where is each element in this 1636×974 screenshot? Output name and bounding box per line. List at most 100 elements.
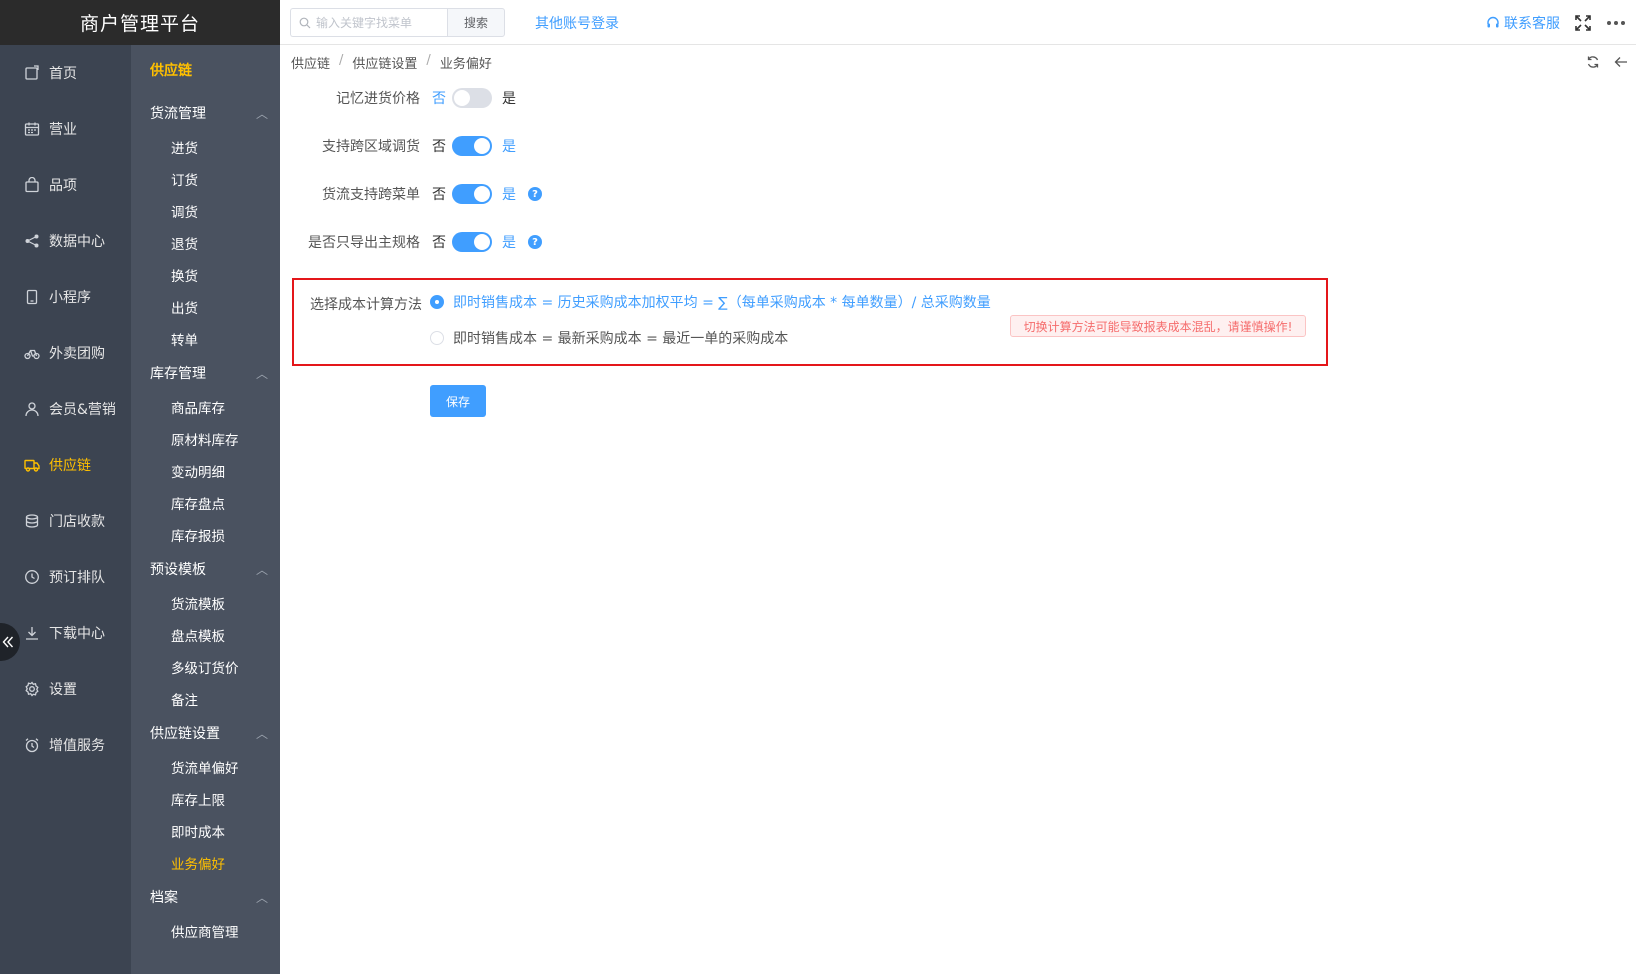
nav-item-data-center[interactable]: 数据中心: [0, 213, 131, 269]
nav-item-download-center[interactable]: 下载中心: [0, 605, 131, 661]
sub-group-label: 档案: [150, 890, 178, 906]
sub-group-label: 供应链设置: [150, 726, 220, 742]
save-button[interactable]: 保存: [430, 385, 486, 417]
sub-item[interactable]: 订货: [131, 163, 280, 195]
sub-item[interactable]: 盘点模板: [131, 619, 280, 651]
toggle-no-label: 否: [432, 91, 446, 107]
sub-item[interactable]: 退货: [131, 227, 280, 259]
nav-item-reservation[interactable]: 预订排队: [0, 549, 131, 605]
cost-method-section: 选择成本计算方法 即时销售成本 = 历史采购成本加权平均 = ∑（每单采购成本 …: [292, 278, 1328, 366]
search-button[interactable]: 搜索: [447, 8, 505, 37]
remember-price-toggle[interactable]: [452, 88, 492, 108]
sub-item[interactable]: 变动明细: [131, 455, 280, 487]
search-field[interactable]: [290, 8, 447, 37]
sub-group-label: 货流管理: [150, 106, 206, 122]
nav-item-label: 下载中心: [49, 626, 105, 642]
nav-item-home[interactable]: 首页: [0, 45, 131, 101]
nav-item-label: 数据中心: [49, 234, 105, 250]
contact-support-link[interactable]: 联系客服: [1486, 13, 1560, 33]
toggle-yes-label: 是: [502, 91, 516, 107]
sub-item[interactable]: 转单: [131, 323, 280, 355]
sub-item[interactable]: 多级订货价: [131, 651, 280, 683]
nav-item-label: 门店收款: [49, 514, 105, 530]
export-main-spec-toggle[interactable]: [452, 232, 492, 252]
sub-item[interactable]: 商品库存: [131, 391, 280, 423]
breadcrumb-item[interactable]: 供应链: [291, 53, 330, 72]
sub-item[interactable]: 出货: [131, 291, 280, 323]
sub-item[interactable]: 库存报损: [131, 519, 280, 551]
sub-item[interactable]: 调货: [131, 195, 280, 227]
nav-item-label: 外卖团购: [49, 346, 105, 362]
nav-item-label: 增值服务: [49, 738, 105, 754]
nav-item-label: 供应链: [49, 458, 91, 474]
truck-icon: [24, 457, 42, 473]
chevron-up-icon: ︿: [255, 366, 268, 381]
sub-item[interactable]: 原材料库存: [131, 423, 280, 455]
nav-item-products[interactable]: 品项: [0, 157, 131, 213]
sub-item[interactable]: 库存盘点: [131, 487, 280, 519]
download-icon: [24, 625, 42, 641]
content-actions: [1586, 55, 1628, 69]
nav-item-value-added[interactable]: 增值服务: [0, 717, 131, 773]
sub-item[interactable]: 备注: [131, 683, 280, 715]
more-icon[interactable]: [1606, 20, 1626, 26]
toggle-yes-label: 是: [502, 139, 516, 155]
nav-item-store-payment[interactable]: 门店收款: [0, 493, 131, 549]
app-root: 商户管理平台 搜索 其他账号登录 联系客服: [0, 0, 1636, 974]
nav-item-label: 设置: [49, 682, 77, 698]
back-arrow-icon[interactable]: [1614, 55, 1628, 69]
chevron-up-icon: ︿: [255, 562, 268, 577]
fullscreen-icon[interactable]: [1574, 14, 1592, 32]
nav-item-label: 小程序: [49, 290, 91, 306]
sub-item[interactable]: 货流单偏好: [131, 751, 280, 783]
question-icon[interactable]: ?: [528, 235, 542, 249]
nav-item-members[interactable]: 会员&营销: [0, 381, 131, 437]
sub-group-goods-flow[interactable]: 货流管理 ︿: [131, 95, 280, 131]
sub-sidebar-title: 供应链: [150, 63, 192, 79]
sub-item[interactable]: 即时成本: [131, 815, 280, 847]
main-sidebar: 首页 营业 品项 数据中心 小程序 外卖团购 会员&营销 供应链 门店收款 预订…: [0, 45, 131, 974]
contact-support-label: 联系客服: [1504, 15, 1560, 32]
refresh-icon[interactable]: [1586, 55, 1600, 69]
question-icon[interactable]: ?: [528, 187, 542, 201]
app-title: 商户管理平台: [0, 0, 280, 45]
nav-item-mini-program[interactable]: 小程序: [0, 269, 131, 325]
sub-group-archive[interactable]: 档案 ︿: [131, 879, 280, 915]
nav-item-supply-chain[interactable]: 供应链: [0, 437, 131, 493]
breadcrumb: 供应链 / 供应链设置 / 业务偏好: [291, 53, 492, 72]
setting-label: 记忆进货价格: [336, 91, 420, 107]
radio-unchecked[interactable]: [430, 331, 444, 345]
sub-item[interactable]: 库存上限: [131, 783, 280, 815]
coins-icon: [24, 513, 42, 529]
other-account-login-link[interactable]: 其他账号登录: [535, 13, 619, 33]
breadcrumb-separator: /: [339, 53, 344, 68]
sub-item[interactable]: 进货: [131, 131, 280, 163]
sub-item[interactable]: 货流模板: [131, 587, 280, 619]
toggle-group: 否 是 ?: [432, 232, 542, 252]
calendar-icon: [24, 121, 42, 137]
sub-group-inventory[interactable]: 库存管理 ︿: [131, 355, 280, 391]
radio-label: 即时销售成本 = 最新采购成本 = 最近一单的采购成本: [453, 331, 789, 347]
cross-region-toggle[interactable]: [452, 136, 492, 156]
toggle-no-label: 否: [432, 235, 446, 251]
sub-item[interactable]: 换货: [131, 259, 280, 291]
sub-sidebar: 供应链 货流管理 ︿ 进货 订货 调货 退货 换货 出货 转单 库存管理 ︿ 商品库…: [131, 45, 280, 974]
setting-row-cross-menu: 货流支持跨菜单 否 是 ?: [280, 179, 542, 209]
sub-item-active[interactable]: 业务偏好: [131, 847, 280, 879]
nav-item-delivery[interactable]: 外卖团购: [0, 325, 131, 381]
sub-group-supply-settings[interactable]: 供应链设置 ︿: [131, 715, 280, 751]
sub-group-templates[interactable]: 预设模板 ︿: [131, 551, 280, 587]
nav-item-label: 会员&营销: [49, 402, 116, 418]
cross-menu-toggle[interactable]: [452, 184, 492, 204]
radio-checked[interactable]: [430, 295, 444, 309]
breadcrumb-item[interactable]: 供应链设置: [352, 53, 417, 72]
search-input[interactable]: [316, 15, 436, 30]
bike-icon: [24, 345, 42, 361]
nav-item-label: 品项: [49, 178, 77, 194]
cost-method-option-latest[interactable]: 即时销售成本 = 最新采购成本 = 最近一单的采购成本: [430, 328, 788, 348]
breadcrumb-item: 业务偏好: [439, 57, 492, 72]
cost-method-option-weighted[interactable]: 即时销售成本 = 历史采购成本加权平均 = ∑（每单采购成本 * 每单数量）/ …: [430, 292, 991, 312]
sub-item[interactable]: 供应商管理: [131, 915, 280, 947]
nav-item-settings[interactable]: 设置: [0, 661, 131, 717]
nav-item-business[interactable]: 营业: [0, 101, 131, 157]
